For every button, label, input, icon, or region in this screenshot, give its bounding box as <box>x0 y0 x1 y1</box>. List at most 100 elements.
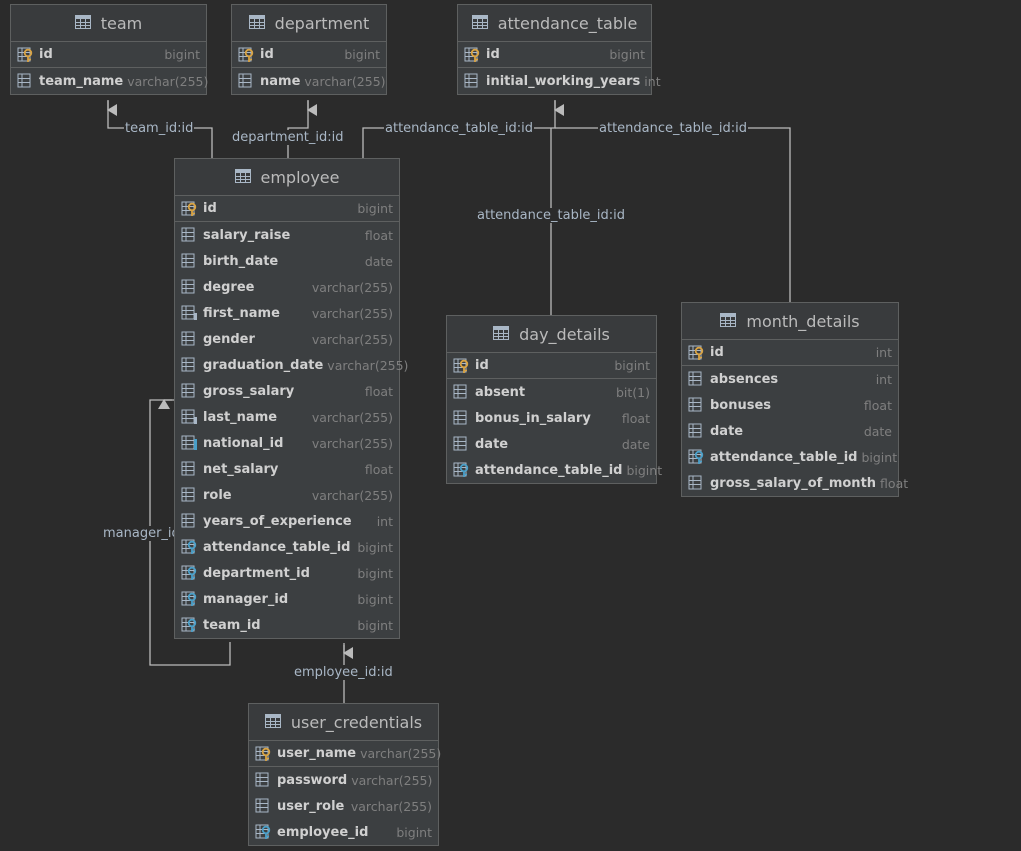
column-icon <box>238 73 256 89</box>
column-row[interactable]: attendance_table_id bigint <box>447 457 662 483</box>
table-icon <box>264 713 281 732</box>
team-fk-label: team_id:id <box>124 121 195 136</box>
column-row[interactable]: id int <box>682 340 898 366</box>
table-header[interactable]: month_details <box>682 303 898 340</box>
column-icon <box>453 384 471 400</box>
column-row[interactable]: id bigint <box>458 42 651 68</box>
column-row[interactable]: absent bit(1) <box>447 379 656 405</box>
column-row[interactable]: gender varchar(255) <box>175 326 399 352</box>
table-header[interactable]: user_credentials <box>249 704 438 741</box>
table-header[interactable]: employee <box>175 159 399 196</box>
column-name: absences <box>710 371 779 387</box>
column-name: manager_id <box>203 591 289 607</box>
column-row[interactable]: gross_salary_of_month float <box>682 470 908 496</box>
column-row[interactable]: manager_id bigint <box>175 586 399 612</box>
table-icon <box>74 14 91 33</box>
foreign-key-icon <box>688 449 706 465</box>
column-row[interactable]: role varchar(255) <box>175 482 399 508</box>
table-icon <box>493 325 510 344</box>
column-row[interactable]: name varchar(255) <box>232 68 386 94</box>
column-icon <box>181 487 199 503</box>
table-user-credentials[interactable]: user_credentials user_name varchar(255) pas… <box>248 703 442 846</box>
column-row[interactable]: team_name varchar(255) <box>11 68 208 94</box>
foreign-key-icon <box>255 824 273 840</box>
column-name: id <box>260 47 274 62</box>
column-name: net_salary <box>203 461 279 477</box>
table-employee[interactable]: employee id bigint salary_raise float birth_d… <box>174 158 408 639</box>
column-name: national_id <box>203 435 284 451</box>
column-icon <box>181 331 199 347</box>
column-row[interactable]: first_name varchar(255) <box>175 300 399 326</box>
table-department[interactable]: department id bigint name varchar(255) <box>231 4 387 95</box>
column-row[interactable]: net_salary float <box>175 456 399 482</box>
column-type: varchar(255) <box>311 305 393 321</box>
column-row[interactable]: birth_date date <box>175 248 399 274</box>
column-row[interactable]: last_name varchar(255) <box>175 404 399 430</box>
column-row[interactable]: user_role varchar(255) <box>249 793 438 819</box>
column-row[interactable]: date date <box>447 431 656 457</box>
column-row[interactable]: graduation_date varchar(255) <box>175 352 408 378</box>
column-type: bit(1) <box>615 384 650 400</box>
column-row[interactable]: department_id bigint <box>175 560 399 586</box>
column-row[interactable]: salary_raise float <box>175 222 399 248</box>
primary-key-icon <box>453 358 471 374</box>
column-row[interactable]: years_of_experience int <box>175 508 399 534</box>
column-type: float <box>863 397 892 413</box>
column-name: id <box>39 47 53 62</box>
column-type: float <box>621 410 650 426</box>
table-team[interactable]: team id bigint team_name varchar(255) <box>10 4 208 95</box>
column-icon <box>453 410 471 426</box>
primary-key-icon <box>255 746 273 762</box>
column-type: bigint <box>357 201 393 216</box>
column-row[interactable]: id bigint <box>11 42 206 68</box>
column-name: user_name <box>277 746 357 761</box>
column-name: team_name <box>39 73 124 89</box>
column-row[interactable]: attendance_table_id bigint <box>175 534 399 560</box>
column-name: department_id <box>203 565 310 581</box>
table-header[interactable]: attendance_table <box>458 5 651 42</box>
column-name: salary_raise <box>203 227 291 243</box>
column-icon <box>17 73 35 89</box>
column-row[interactable]: id bigint <box>175 196 399 222</box>
column-icon <box>181 513 199 529</box>
column-row[interactable]: absences int <box>682 366 898 392</box>
column-type: varchar(255) <box>327 357 409 373</box>
table-header[interactable]: team <box>11 5 206 42</box>
column-row[interactable]: bonuses float <box>682 392 898 418</box>
column-row[interactable]: date date <box>682 418 898 444</box>
column-row[interactable]: attendance_table_id bigint <box>682 444 898 470</box>
column-row[interactable]: id bigint <box>447 353 656 379</box>
column-type: varchar(255) <box>360 746 442 761</box>
column-row[interactable]: user_name varchar(255) <box>249 741 442 767</box>
column-type: bigint <box>344 47 380 62</box>
indexed-column-icon <box>181 305 199 321</box>
column-row[interactable]: gross_salary float <box>175 378 399 404</box>
column-name: gender <box>203 331 255 347</box>
table-icon <box>248 14 265 33</box>
attendance-fk-label: attendance_table_id:id <box>384 121 535 136</box>
column-row[interactable]: initial_working_years int <box>458 68 661 94</box>
column-row[interactable]: degree varchar(255) <box>175 274 399 300</box>
column-type: varchar(255) <box>304 73 386 89</box>
column-type: varchar(255) <box>311 331 393 347</box>
column-type: float <box>364 461 393 477</box>
column-icon <box>688 423 706 439</box>
column-row[interactable]: id bigint <box>232 42 386 68</box>
column-type: float <box>364 227 393 243</box>
column-row[interactable]: team_id bigint <box>175 612 399 638</box>
column-icon <box>688 371 706 387</box>
column-row[interactable]: password varchar(255) <box>249 767 438 793</box>
table-attendance-table[interactable]: attendance_table id bigint initial_working_… <box>457 4 661 95</box>
table-day-details[interactable]: day_details id bigint absent bit(1) bonus_in_… <box>446 315 662 484</box>
column-row[interactable]: bonus_in_salary float <box>447 405 656 431</box>
table-month-details[interactable]: month_details id int absences int bonuses floa… <box>681 302 908 497</box>
column-row[interactable]: national_id varchar(255) <box>175 430 399 456</box>
column-type: date <box>364 253 393 269</box>
table-header[interactable]: day_details <box>447 316 656 353</box>
column-name: id <box>203 201 217 216</box>
column-row[interactable]: employee_id bigint <box>249 819 438 845</box>
table-header[interactable]: department <box>232 5 386 42</box>
column-type: varchar(255) <box>311 409 393 425</box>
column-name: birth_date <box>203 253 279 269</box>
column-icon <box>453 436 471 452</box>
